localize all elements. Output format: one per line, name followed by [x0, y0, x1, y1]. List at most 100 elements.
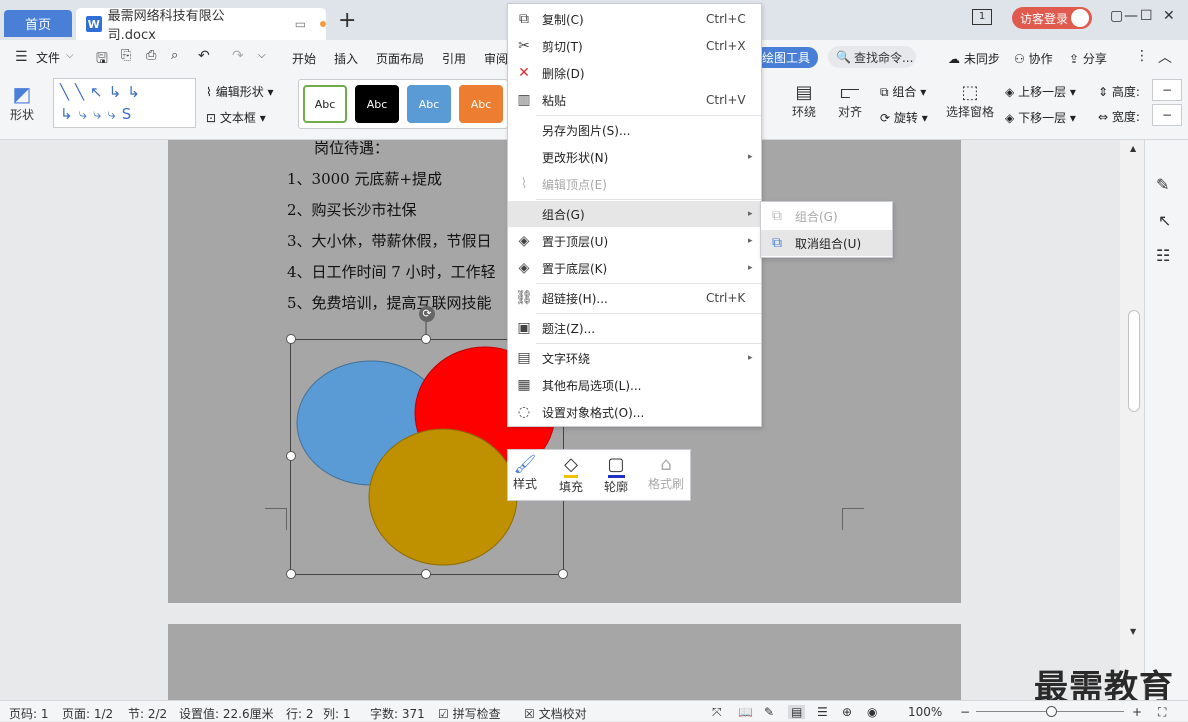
tab-home[interactable]: 首页	[4, 10, 72, 37]
eye-icon[interactable]: ◉	[867, 705, 877, 719]
shape-button[interactable]: ◩ 形状	[10, 82, 34, 123]
ctx-caption[interactable]: ▣ 题注(Z)...	[508, 315, 761, 341]
menu-insert[interactable]: 插入	[334, 50, 358, 67]
resize-handle[interactable]	[286, 451, 296, 461]
height-input[interactable]: −	[1152, 79, 1182, 101]
fullscreen-icon[interactable]: ⤧	[712, 705, 722, 720]
collapse-ribbon-icon[interactable]: ︿	[1158, 47, 1172, 67]
style-swatch-blue[interactable]: Abc	[407, 85, 451, 123]
mini-fill-button[interactable]: ◇ 填充	[559, 454, 583, 495]
ellipse-gold[interactable]	[368, 428, 518, 566]
ctx-format-object[interactable]: ◌ 设置对象格式(O)...	[508, 399, 761, 425]
document-page-2[interactable]	[168, 624, 961, 704]
resize-handle[interactable]	[558, 569, 568, 579]
unsynced-button[interactable]: ☁ 未同步	[948, 50, 1000, 67]
resize-handle[interactable]	[286, 334, 296, 344]
group-button[interactable]: ⧉ 组合 ▾	[880, 83, 926, 100]
ctx-change-shape[interactable]: 更改形状(N) ▸	[508, 144, 761, 170]
ctx-text-wrap[interactable]: ▤ 文字环绕 ▸	[508, 345, 761, 371]
menu-layout[interactable]: 页面布局	[376, 50, 424, 67]
textbox-button[interactable]: ⊡ 文本框 ▾	[206, 109, 266, 126]
undo-icon[interactable]: ↶	[198, 48, 210, 64]
outline-view-icon[interactable]: ☰	[817, 705, 828, 719]
pen-icon[interactable]: ✎	[1156, 175, 1169, 194]
preview-icon[interactable]: ⌕	[171, 48, 178, 63]
width-input[interactable]: −	[1152, 104, 1182, 126]
page-view-icon[interactable]: ▤	[788, 705, 806, 719]
mini-outline-button[interactable]: ▢ 轮廓	[604, 454, 628, 495]
menu-review[interactable]: 审阅	[484, 50, 508, 67]
layout-icon[interactable]: 1	[972, 9, 992, 25]
web-view-icon[interactable]: ⊕	[842, 705, 852, 719]
ctx-hyperlink[interactable]: ⛓ 超链接(H)... Ctrl+K	[508, 285, 761, 311]
minimize-icon[interactable]: —	[1124, 8, 1138, 24]
edit-shape-button[interactable]: ⌇ 编辑形状 ▾	[206, 83, 274, 100]
proofread-button[interactable]: ☒ 文档校对	[524, 705, 587, 722]
zoom-in-icon[interactable]: +	[1132, 705, 1142, 719]
scroll-thumb[interactable]	[1128, 310, 1140, 412]
resize-handle[interactable]	[421, 334, 431, 344]
redo-icon[interactable]: ↷	[232, 48, 244, 64]
ctx-delete[interactable]: ✕ 删除(D)	[508, 60, 761, 86]
select-pane-button[interactable]: ⬚ 选择窗格	[946, 82, 994, 120]
zoom-slider-thumb[interactable]	[1046, 706, 1057, 717]
skin-icon[interactable]: ▢	[1110, 8, 1123, 24]
close-icon[interactable]: ✕	[1163, 8, 1175, 24]
cursor-icon[interactable]: ↖	[1158, 211, 1171, 230]
ctx-paste[interactable]: ▥ 粘贴 Ctrl+V	[508, 87, 761, 113]
search-box[interactable]: 🔍 查找命令...	[828, 46, 916, 68]
menu-icon[interactable]: ☰	[15, 49, 28, 65]
align-button[interactable]: ⫍ 对齐	[838, 82, 862, 120]
scroll-down-icon[interactable]: ▼	[1130, 627, 1136, 636]
export-icon[interactable]: ⎘	[121, 48, 131, 63]
zoom-level[interactable]: 100%	[908, 705, 942, 719]
group-label: 组合	[892, 85, 917, 99]
maximize-icon[interactable]: ☐	[1140, 8, 1153, 24]
sliders-icon[interactable]: ☷	[1156, 246, 1170, 265]
new-tab-plus-icon[interactable]: +	[338, 8, 356, 33]
bring-forward-button[interactable]: ◈ 上移一层 ▾	[1005, 83, 1076, 100]
style-swatch-orange[interactable]: Abc	[459, 85, 503, 123]
share-button[interactable]: ⇪ 分享	[1069, 50, 1107, 67]
resize-handle[interactable]	[421, 569, 431, 579]
save-icon[interactable]: 🖫	[96, 48, 108, 72]
edit-mode-icon[interactable]: ✎	[764, 705, 774, 719]
menu-reference[interactable]: 引用	[442, 50, 466, 67]
read-mode-icon[interactable]: 📖	[738, 705, 753, 719]
monitor-icon[interactable]: ▭	[295, 17, 306, 31]
ctx-send-to-back[interactable]: ◈ 置于底层(K) ▸	[508, 255, 761, 281]
collab-button[interactable]: ⚇ 协作	[1014, 50, 1053, 67]
vertical-scrollbar[interactable]	[1120, 140, 1144, 700]
mini-style-button[interactable]: 🖌 样式	[513, 454, 537, 492]
ctx-group[interactable]: 组合(G) ▸	[508, 201, 761, 227]
wrap-button[interactable]: ▤ 环绕	[792, 82, 816, 120]
submenu-ungroup[interactable]: ⧉ 取消组合(U)	[761, 230, 892, 256]
scroll-up-icon[interactable]: ▲	[1130, 144, 1136, 153]
menu-start[interactable]: 开始	[292, 50, 316, 67]
chevron-down-icon[interactable]: ⌵	[66, 50, 74, 61]
file-menu[interactable]: 文件	[36, 49, 60, 66]
fit-page-icon[interactable]: ⛶	[1158, 705, 1166, 720]
shape-gallery[interactable]: ╲╲↖↳↳ ↳⤷⤷⤷S	[53, 78, 196, 128]
tab-document[interactable]: W 最需网络科技有限公司.docx ▭	[76, 8, 326, 43]
context-menu: ⧉ 复制(C) Ctrl+C ✂ 剪切(T) Ctrl+X ✕ 删除(D) ▥ 粘贴 Ctrl…	[507, 3, 762, 427]
ctx-shortcut: Ctrl+X	[706, 39, 746, 53]
ctx-cut[interactable]: ✂ 剪切(T) Ctrl+X	[508, 33, 761, 59]
ctx-bring-to-front[interactable]: ◈ 置于顶层(U) ▸	[508, 228, 761, 254]
rotate-handle-icon[interactable]: ⟳	[419, 306, 435, 322]
rotate-button[interactable]: ⟳ 旋转 ▾	[880, 109, 928, 126]
spell-check-button[interactable]: ☑ 拼写检查	[438, 705, 501, 722]
ctx-save-as-image[interactable]: 另存为图片(S)...	[508, 117, 761, 143]
kebab-icon[interactable]: ⋮	[1135, 48, 1149, 64]
visitor-login-button[interactable]: 访客登录	[1012, 7, 1092, 29]
send-backward-button[interactable]: ◈ 下移一层 ▾	[1005, 109, 1076, 126]
style-swatch-black[interactable]: Abc	[355, 85, 399, 123]
ctx-layout-options[interactable]: ▦ 其他布局选项(L)...	[508, 372, 761, 398]
resize-handle[interactable]	[286, 569, 296, 579]
print-icon[interactable]: ⎙	[146, 48, 156, 63]
zoom-out-icon[interactable]: −	[960, 705, 970, 719]
drawing-tools-tab[interactable]: 绘图工具	[754, 47, 818, 68]
style-swatch-white[interactable]: Abc	[303, 85, 347, 123]
ctx-copy[interactable]: ⧉ 复制(C) Ctrl+C	[508, 6, 761, 32]
more-icon[interactable]: ⌵	[258, 50, 266, 61]
